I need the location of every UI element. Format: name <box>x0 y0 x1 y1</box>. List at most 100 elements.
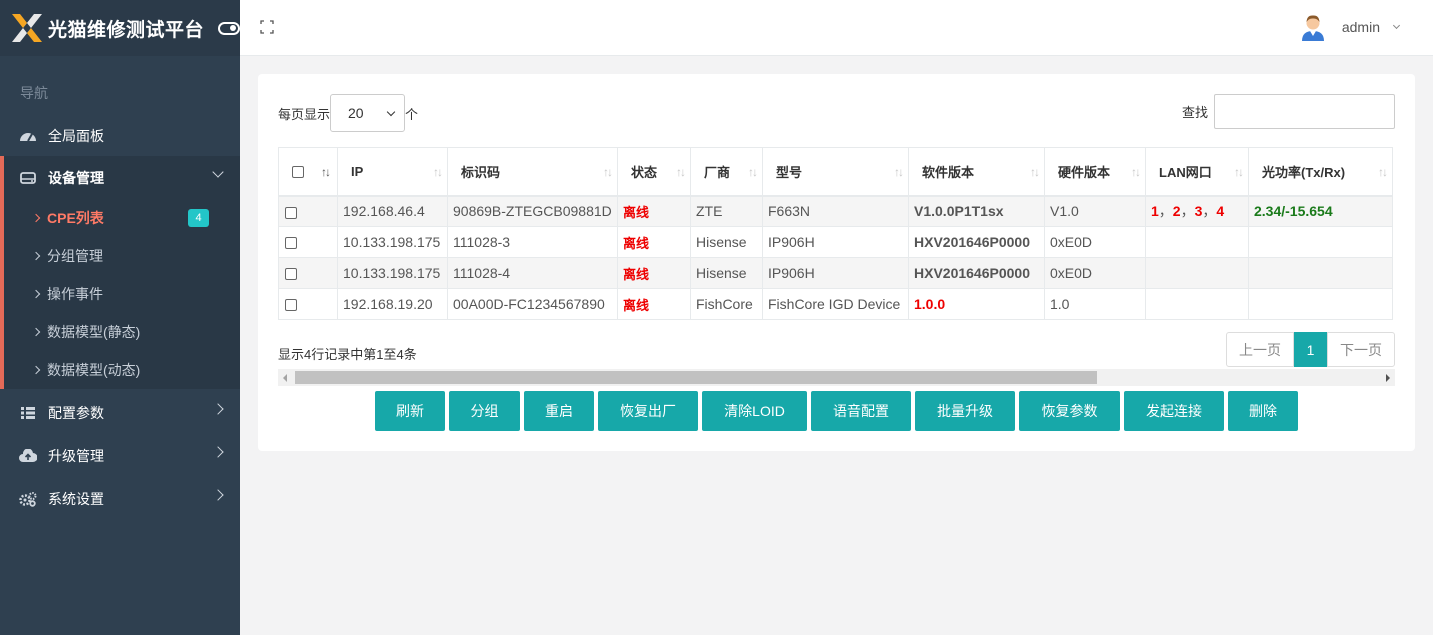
chevron-right-icon <box>212 489 224 501</box>
page-size-select[interactable]: 20 <box>330 94 406 132</box>
sidebar-item-config[interactable]: 配置参数 <box>0 391 240 434</box>
cell-status: 离线 <box>617 257 691 289</box>
cell-hardware: 0xE0D <box>1044 226 1146 258</box>
column-header-vendor[interactable]: 厂商 ↑↓ <box>690 147 763 197</box>
lan-ports: 1，2，3，4 <box>1151 203 1225 220</box>
pagination: 上一页 1 下一页 <box>1226 332 1395 367</box>
software-version: HXV201646P0000 <box>914 265 1030 281</box>
row-select-cell[interactable] <box>278 195 338 227</box>
sidebar-subitem-group-mgmt[interactable]: 分组管理 <box>4 237 240 275</box>
clear-loid-button[interactable]: 清除LOID <box>702 391 807 431</box>
list-icon <box>19 405 37 421</box>
sidebar-subitem-label: CPE列表 <box>47 210 104 226</box>
sort-icon: ↑↓ <box>1234 165 1244 179</box>
row-checkbox[interactable] <box>285 237 297 250</box>
cell-optical: 2.34/-15.654 <box>1248 195 1393 227</box>
select-all-header[interactable]: ↑↓ <box>278 147 338 197</box>
table-info: 显示4行记录中第1至4条 <box>278 347 417 362</box>
initiate-connection-button[interactable]: 发起连接 <box>1124 391 1224 431</box>
restore-params-button[interactable]: 恢复参数 <box>1019 391 1120 431</box>
optical-power: 2.34/-15.654 <box>1254 203 1333 220</box>
page-1-button[interactable]: 1 <box>1294 332 1327 367</box>
sidebar-item-system[interactable]: 系统设置 <box>0 477 240 520</box>
sidebar-item-label: 全局面板 <box>48 127 104 144</box>
scrollbar-thumb[interactable] <box>295 371 1097 384</box>
prev-page-button[interactable]: 上一页 <box>1226 332 1294 367</box>
column-header-hardware[interactable]: 硬件版本 ↑↓ <box>1044 147 1146 197</box>
sidebar-subitem-model-static[interactable]: 数据模型(静态) <box>4 313 240 351</box>
row-select-cell[interactable] <box>278 257 338 289</box>
cell-ip: 192.168.46.4 <box>337 195 448 227</box>
chevron-down-icon <box>1392 21 1401 30</box>
cell-optical <box>1248 288 1393 320</box>
table-row[interactable]: 192.168.19.20 00A00D-FC1234567890 离线 Fis… <box>278 288 1393 320</box>
cell-model: IP906H <box>762 226 909 258</box>
cell-vendor: Hisense <box>690 257 763 289</box>
scroll-right-icon[interactable] <box>1386 374 1390 382</box>
chevron-down-icon <box>212 166 224 178</box>
search-input[interactable] <box>1214 94 1395 129</box>
chevron-right-icon <box>31 289 41 299</box>
refresh-button[interactable]: 刷新 <box>375 391 445 431</box>
row-checkbox[interactable] <box>285 299 297 312</box>
cpe-table-wrapper: ↑↓ IP ↑↓ 标识码 ↑↓ 状态 ↑↓ 厂商 ↑↓ 型号 ↑↓ 软件版本 ↑↓ 硬件版本… <box>278 147 1395 325</box>
reboot-button[interactable]: 重启 <box>524 391 594 431</box>
column-header-optical[interactable]: 光功率(Tx/Rx) ↑↓ <box>1248 147 1393 197</box>
toggle-icon[interactable] <box>218 21 240 35</box>
next-page-button[interactable]: 下一页 <box>1327 332 1395 367</box>
row-checkbox[interactable] <box>285 268 297 281</box>
sidebar-item-dashboard[interactable]: 全局面板 <box>0 114 240 157</box>
delete-button[interactable]: 删除 <box>1228 391 1298 431</box>
select-all-checkbox[interactable] <box>292 166 304 179</box>
nav-heading-label: 导航 <box>20 85 48 101</box>
lan-port: 2 <box>1172 203 1181 220</box>
sidebar-subitem-events[interactable]: 操作事件 <box>4 275 240 313</box>
row-select-cell[interactable] <box>278 226 338 258</box>
software-version: V1.0.0P1T1sx <box>914 203 1004 220</box>
table-row[interactable]: 10.133.198.175 111028-4 离线 Hisense IP906… <box>278 257 1393 289</box>
user-menu[interactable]: admin <box>1300 13 1401 41</box>
column-header-model[interactable]: 型号 ↑↓ <box>762 147 909 197</box>
sidebar-item-label: 设备管理 <box>48 169 104 186</box>
sidebar-subitem-cpe-list[interactable]: CPE列表 4 <box>4 199 240 237</box>
column-header-status[interactable]: 状态 ↑↓ <box>617 147 691 197</box>
scroll-left-icon[interactable] <box>283 374 287 382</box>
row-checkbox[interactable] <box>285 206 297 219</box>
gears-icon <box>19 491 37 507</box>
batch-upgrade-button[interactable]: 批量升级 <box>915 391 1015 431</box>
column-header-lan[interactable]: LAN网口 ↑↓ <box>1145 147 1249 197</box>
lan-port: 1 <box>1151 203 1159 220</box>
cell-hardware: V1.0 <box>1044 195 1146 227</box>
sort-icon: ↑↓ <box>603 165 613 179</box>
voice-config-button[interactable]: 语音配置 <box>811 391 911 431</box>
column-header-software[interactable]: 软件版本 ↑↓ <box>908 147 1045 197</box>
chevron-down-icon <box>386 107 396 117</box>
column-header-ip[interactable]: IP ↑↓ <box>337 147 448 197</box>
chevron-right-icon <box>31 213 41 223</box>
cell-lan <box>1145 257 1249 289</box>
fullscreen-icon[interactable] <box>260 20 274 34</box>
logo-icon <box>10 11 44 45</box>
sidebar-item-label: 配置参数 <box>48 404 104 421</box>
software-version: 1.0.0 <box>914 296 946 312</box>
avatar <box>1300 13 1326 41</box>
sidebar-item-label: 升级管理 <box>48 447 104 464</box>
username: admin <box>1341 19 1380 35</box>
factory-reset-button[interactable]: 恢复出厂 <box>598 391 698 431</box>
sort-icon[interactable]: ↑↓ <box>321 165 331 179</box>
page-size-prefix: 每页显示 <box>278 106 331 122</box>
sidebar-item-upgrade[interactable]: 升级管理 <box>0 434 240 477</box>
sidebar-subitem-model-dynamic[interactable]: 数据模型(动态) <box>4 351 240 389</box>
horizontal-scrollbar[interactable] <box>278 369 1395 386</box>
sort-icon: ↑↓ <box>748 165 758 179</box>
group-button[interactable]: 分组 <box>449 391 520 431</box>
table-row[interactable]: 192.168.46.4 90869B-ZTEGCB09881D 离线 ZTE … <box>278 195 1393 227</box>
row-select-cell[interactable] <box>278 288 338 320</box>
status-badge: 离线 <box>623 266 650 282</box>
column-header-label: 型号 <box>776 164 803 180</box>
search-label: 查找 <box>1181 105 1208 120</box>
cell-status: 离线 <box>617 226 691 258</box>
table-row[interactable]: 10.133.198.175 111028-3 离线 Hisense IP906… <box>278 226 1393 258</box>
sidebar-item-device-mgmt[interactable]: 设备管理 <box>4 156 240 199</box>
column-header-id[interactable]: 标识码 ↑↓ <box>447 147 618 197</box>
